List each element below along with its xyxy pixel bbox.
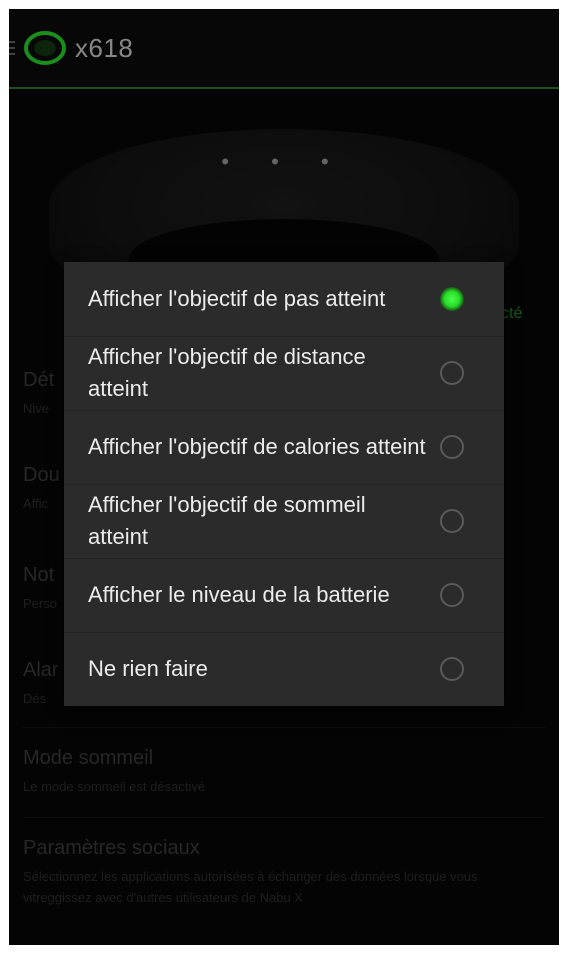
radio-icon[interactable] [440, 583, 464, 607]
option-label: Afficher l'objectif de calories atteint [88, 434, 426, 459]
dialog-option[interactable]: Afficher le niveau de la batterie [64, 558, 504, 633]
phone-screen: x618 • • • cté Dét Nive Dou Affic Not Pe… [9, 9, 559, 945]
single-choice-dialog: Afficher l'objectif de pas atteint Affic… [64, 262, 504, 706]
radio-icon[interactable] [440, 361, 464, 385]
radio-icon[interactable] [440, 435, 464, 459]
dialog-option[interactable]: Afficher l'objectif de pas atteint [64, 262, 504, 337]
option-label: Afficher l'objectif de sommeil atteint [88, 492, 366, 549]
radio-icon[interactable] [440, 657, 464, 681]
dialog-option[interactable]: Afficher l'objectif de distance atteint [64, 336, 504, 411]
radio-icon[interactable] [440, 509, 464, 533]
dialog-option[interactable]: Afficher l'objectif de calories atteint [64, 410, 504, 485]
dialog-option[interactable]: Afficher l'objectif de sommeil atteint [64, 484, 504, 559]
option-label: Afficher l'objectif de distance atteint [88, 344, 366, 401]
option-label: Afficher l'objectif de pas atteint [88, 286, 386, 311]
radio-selected-icon[interactable] [440, 287, 464, 311]
option-label: Afficher le niveau de la batterie [88, 582, 390, 607]
option-label: Ne rien faire [88, 656, 208, 681]
dialog-option[interactable]: Ne rien faire [64, 632, 504, 706]
